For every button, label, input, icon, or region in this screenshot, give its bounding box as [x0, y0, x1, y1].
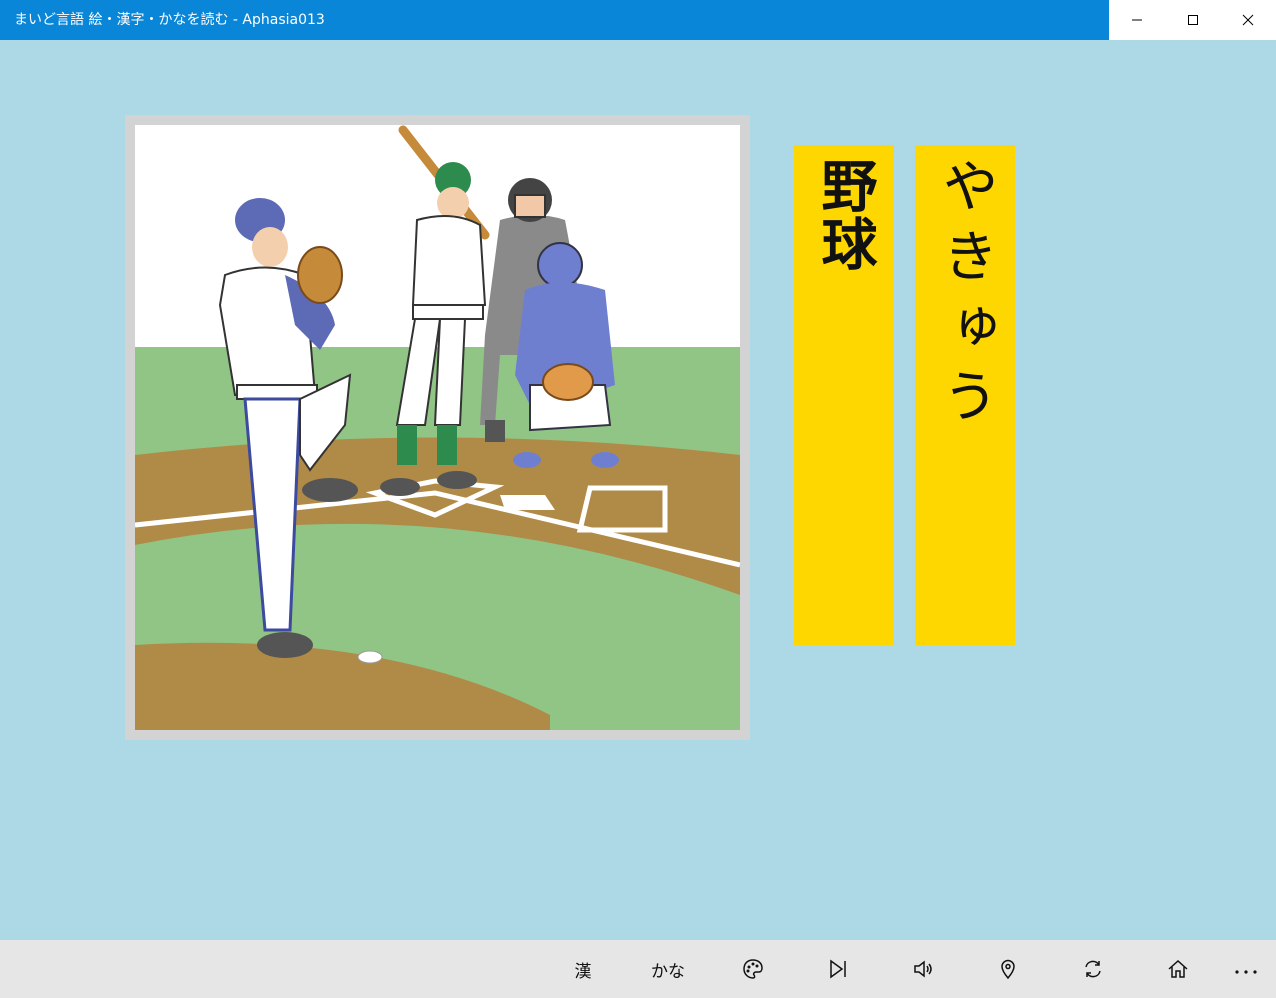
speaker-icon [914, 960, 932, 978]
palette-icon [743, 959, 763, 979]
close-button[interactable] [1220, 0, 1276, 40]
minimize-icon [1131, 19, 1142, 21]
speaker-button[interactable] [893, 940, 953, 998]
location-button[interactable] [978, 940, 1038, 998]
minimize-button[interactable] [1109, 0, 1165, 40]
kanji-card[interactable]: 野球 [794, 145, 894, 645]
kana-toggle-button[interactable]: かな [638, 940, 698, 998]
title-bar: まいど言語 絵・漢字・かなを読む - Aphasia013 [0, 0, 1276, 40]
maximize-button[interactable] [1165, 0, 1221, 40]
next-icon [830, 959, 846, 979]
kanji-toggle-label: 漢 [574, 961, 592, 982]
kana-toggle-label: かな [651, 961, 685, 982]
close-icon [1242, 14, 1254, 26]
kana-card[interactable]: やきゅう [915, 145, 1015, 645]
more-button[interactable] [1216, 940, 1276, 998]
picture-frame [125, 115, 750, 740]
kanji-toggle-button[interactable]: 漢 [553, 940, 613, 998]
next-button[interactable] [808, 940, 868, 998]
baseball-scene-graphic [135, 125, 740, 730]
app-bar: 漢 かな [0, 940, 1276, 998]
location-icon [1001, 959, 1015, 980]
kana-text: やきゅう [933, 157, 998, 437]
palette-button[interactable] [723, 940, 783, 998]
more-icon [1235, 970, 1257, 974]
home-icon [1168, 959, 1188, 978]
window-controls [1109, 0, 1276, 40]
window-title: まいど言語 絵・漢字・かなを読む - Aphasia013 [14, 12, 325, 28]
kanji-text: 野球 [812, 157, 877, 273]
refresh-icon [1085, 960, 1101, 978]
baseball-illustration [135, 125, 740, 730]
refresh-button[interactable] [1063, 940, 1123, 998]
maximize-icon [1187, 15, 1198, 25]
home-button[interactable] [1148, 940, 1208, 998]
